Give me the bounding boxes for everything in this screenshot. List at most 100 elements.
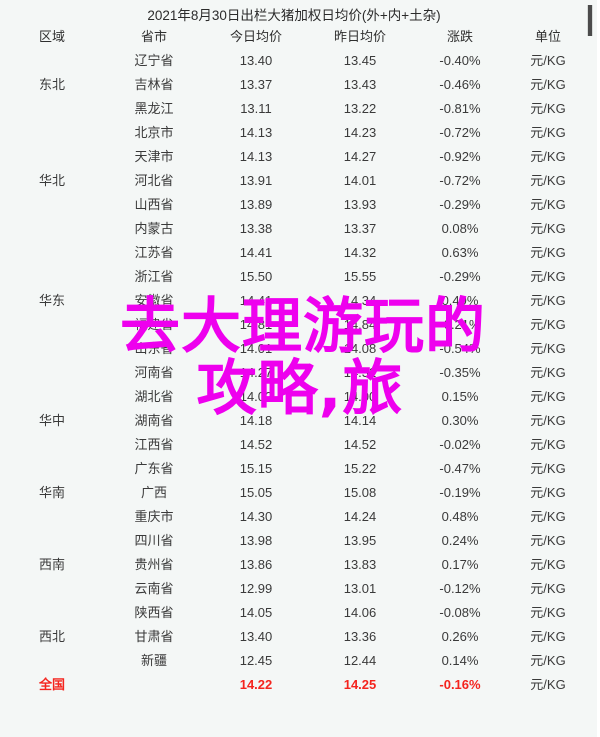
cell-unit: 元/KG <box>530 413 566 428</box>
cell-change: 0.15% <box>441 389 479 404</box>
table-row: 湖北省 14.02 14.00 0.15% 元/KG <box>0 385 588 409</box>
cell-province: 安徽省 <box>134 293 174 308</box>
cell-today: 13.40 <box>239 629 273 644</box>
cell-today: 12.99 <box>239 581 273 596</box>
cell-region: 西北 <box>38 629 65 644</box>
cell-unit: 元/KG <box>530 269 566 284</box>
cell-unit: 元/KG <box>530 461 566 476</box>
cell-today: 14.01 <box>239 341 273 356</box>
cell-province: 新疆 <box>140 653 167 668</box>
cell-unit: 元/KG <box>530 629 566 644</box>
cell-province: 河南省 <box>134 365 174 380</box>
cell-province: 山西省 <box>134 197 174 212</box>
cell-region: 全国 <box>38 677 65 692</box>
cell-province: 河北省 <box>134 173 174 188</box>
cell-change: -0.72% <box>439 125 481 140</box>
cell-region: 华南 <box>38 485 65 500</box>
cell-region <box>0 457 104 481</box>
cell-region: 西南 <box>38 557 65 572</box>
cell-unit: 元/KG <box>530 245 566 260</box>
cell-yesterday: 14.84 <box>343 317 377 332</box>
pig-price-table: 区域 省市 今日均价 昨日均价 涨跌 单位 辽宁省 13.40 13.45 -0.40… <box>0 25 588 697</box>
cell-today: 14.27 <box>239 365 273 380</box>
cell-yesterday: 13.43 <box>343 77 377 92</box>
cell-region <box>0 241 104 265</box>
cell-region <box>0 601 104 625</box>
cell-change: -0.47% <box>439 461 481 476</box>
cell-province: 黑龙江 <box>134 101 174 116</box>
cell-unit: 元/KG <box>530 101 566 116</box>
table-row: 东北 吉林省 13.37 13.43 -0.46% 元/KG <box>0 73 588 97</box>
cell-today: 12.45 <box>239 653 273 668</box>
cell-region <box>0 97 104 121</box>
cell-region <box>0 217 104 241</box>
cell-yesterday: 14.08 <box>343 341 377 356</box>
cell-yesterday: 14.34 <box>343 293 377 308</box>
cell-province: 四川省 <box>134 533 174 548</box>
table-row-total: 全国 14.22 14.25 -0.16% 元/KG <box>0 673 588 697</box>
cell-change: 0.24% <box>441 533 479 548</box>
column-header-province: 省市 <box>140 29 167 44</box>
cell-yesterday: 13.45 <box>343 53 377 68</box>
cell-change: 0.49% <box>441 293 479 308</box>
cell-region <box>0 145 104 169</box>
cell-region <box>0 313 104 337</box>
cell-today: 13.91 <box>239 173 273 188</box>
table-row: 福建省 14.81 14.84 -0.21% 元/KG <box>0 313 588 337</box>
cell-yesterday: 14.52 <box>343 437 377 452</box>
cell-today: 13.86 <box>239 557 273 572</box>
cell-change: -0.08% <box>439 605 481 620</box>
column-header-yesterday: 昨日均价 <box>333 29 386 44</box>
table-row: 广东省 15.15 15.22 -0.47% 元/KG <box>0 457 588 481</box>
cell-unit: 元/KG <box>530 677 566 692</box>
cell-today: 14.13 <box>239 149 273 164</box>
cell-yesterday: 14.25 <box>343 677 377 692</box>
table-body: 辽宁省 13.40 13.45 -0.40% 元/KG 东北 吉林省 13.37 13.43 -0… <box>0 49 588 697</box>
cell-change: -0.29% <box>439 197 481 212</box>
table-row: 山东省 14.01 14.08 -0.54% 元/KG <box>0 337 588 361</box>
cell-region <box>0 361 104 385</box>
column-header-region: 区域 <box>38 29 65 44</box>
cell-province: 广东省 <box>134 461 174 476</box>
cell-today: 13.11 <box>240 101 272 116</box>
cell-yesterday: 13.37 <box>343 221 377 236</box>
cell-region <box>0 193 104 217</box>
cell-today: 15.50 <box>239 269 273 284</box>
cell-yesterday: 13.93 <box>343 197 377 212</box>
cell-change: -0.12% <box>439 581 481 596</box>
cell-province: 天津市 <box>134 149 174 164</box>
cell-change: 0.14% <box>441 653 479 668</box>
cell-unit: 元/KG <box>530 485 566 500</box>
cell-change: -0.40% <box>439 53 481 68</box>
cell-change: 0.08% <box>441 221 479 236</box>
table-row: 华南 广西 15.05 15.08 -0.19% 元/KG <box>0 481 588 505</box>
table-row: 四川省 13.98 13.95 0.24% 元/KG <box>0 529 588 553</box>
cell-province: 陕西省 <box>134 605 174 620</box>
cell-yesterday: 13.22 <box>343 101 377 116</box>
cell-region <box>0 265 104 289</box>
cell-province: 福建省 <box>134 317 174 332</box>
cell-today: 14.05 <box>239 605 273 620</box>
cell-unit: 元/KG <box>530 557 566 572</box>
cell-province: 甘肃省 <box>134 629 174 644</box>
cell-change: -0.02% <box>439 437 481 452</box>
cell-unit: 元/KG <box>530 653 566 668</box>
table-row: 新疆 12.45 12.44 0.14% 元/KG <box>0 649 588 673</box>
table-row: 河南省 14.27 14.32 -0.35% 元/KG <box>0 361 588 385</box>
cell-province: 内蒙古 <box>134 221 174 236</box>
cell-yesterday: 15.22 <box>343 461 377 476</box>
cell-yesterday: 13.95 <box>343 533 377 548</box>
cell-change: -0.19% <box>439 485 481 500</box>
table-header-row: 区域 省市 今日均价 昨日均价 涨跌 单位 <box>0 25 588 49</box>
table-row: 西南 贵州省 13.86 13.83 0.17% 元/KG <box>0 553 588 577</box>
cell-unit: 元/KG <box>530 317 566 332</box>
cell-unit: 元/KG <box>530 341 566 356</box>
table-row: 黑龙江 13.11 13.22 -0.81% 元/KG <box>0 97 588 121</box>
cell-change: -0.16% <box>439 677 481 692</box>
cell-today: 14.81 <box>239 317 273 332</box>
column-header-today: 今日均价 <box>229 29 282 44</box>
cell-unit: 元/KG <box>530 389 566 404</box>
cell-change: 0.26% <box>441 629 479 644</box>
cell-province: 湖北省 <box>134 389 174 404</box>
cell-yesterday: 14.01 <box>343 173 377 188</box>
